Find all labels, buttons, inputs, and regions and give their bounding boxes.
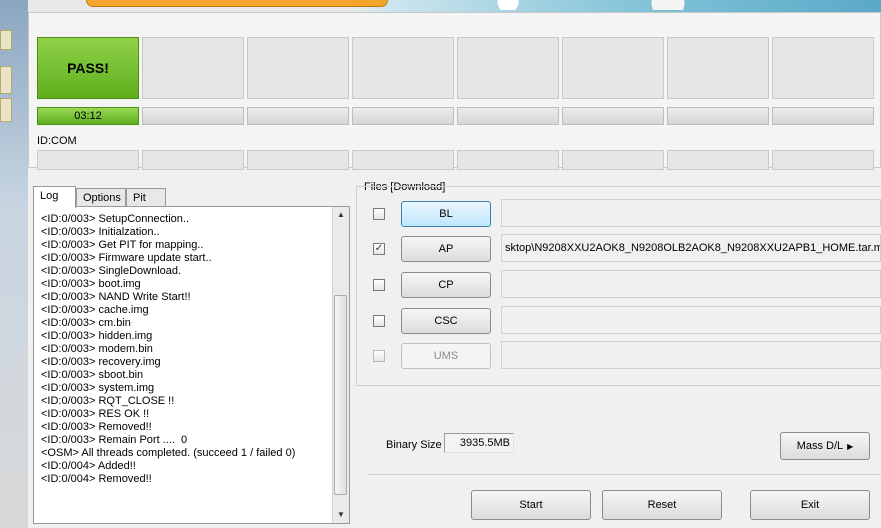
- port-progress-bar: [142, 107, 244, 125]
- log-output[interactable]: <ID:0/003> SetupConnection.. <ID:0/003> I…: [41, 213, 323, 518]
- port-progress-bar: [772, 107, 874, 125]
- log-line: <ID:0/003> Remain Port .... 0: [41, 434, 188, 446]
- tab-pit[interactable]: Pit: [126, 188, 166, 208]
- cp-checkbox[interactable]: [373, 279, 385, 291]
- com-port-box: [562, 150, 664, 170]
- com-port-box: [772, 150, 874, 170]
- log-line: <ID:0/003> Firmware update start..: [41, 252, 212, 264]
- port-status-slot: [562, 37, 664, 99]
- desktop-icon-fragment: [0, 98, 12, 122]
- ap-checkbox[interactable]: ✓: [373, 243, 385, 255]
- cp-button[interactable]: CP: [401, 272, 491, 298]
- port-status-panel: PASS! 03:12 ID:COM: [28, 12, 881, 170]
- mass-dl-label: Mass D/L: [796, 440, 844, 452]
- com-port-box: [247, 150, 349, 170]
- banner-logo-strip: [86, 0, 388, 7]
- csc-path-field[interactable]: [501, 306, 881, 334]
- exit-button[interactable]: Exit: [750, 490, 870, 520]
- ums-path-field: [501, 341, 881, 369]
- desktop-icon-fragment: [0, 30, 12, 50]
- log-line: <ID:0/003> hidden.img: [41, 330, 153, 342]
- port-progress-bar: [667, 107, 769, 125]
- port-status-slot: [667, 37, 769, 99]
- log-line: <ID:0/003> modem.bin: [41, 343, 153, 355]
- bl-button[interactable]: BL: [401, 201, 491, 227]
- ap-path-field[interactable]: sktop\N9208XXU2AOK8_N9208OLB2AOK8_N9208X…: [501, 234, 881, 262]
- com-port-box: [142, 150, 244, 170]
- port-status-pass: PASS!: [37, 37, 139, 99]
- com-port-box: [457, 150, 559, 170]
- log-line: <ID:0/003> SingleDownload.: [41, 265, 182, 277]
- banner-graphic: [428, 0, 828, 10]
- port-progress-bar: [562, 107, 664, 125]
- log-line: <ID:0/003> sboot.bin: [41, 369, 144, 381]
- log-line: <OSM> All threads completed. (succeed 1 …: [41, 447, 296, 459]
- log-line: <ID:0/003> Get PIT for mapping..: [41, 239, 204, 251]
- com-port-box: [667, 150, 769, 170]
- log-line: <ID:0/003> NAND Write Start!!: [41, 291, 191, 303]
- log-line: <ID:0/003> RES OK !!: [41, 408, 150, 420]
- divider: [368, 474, 881, 475]
- log-line: <ID:0/003> cm.bin: [41, 317, 131, 329]
- port-progress-bar: [247, 107, 349, 125]
- log-scrollbar[interactable]: ▲ ▼: [332, 207, 349, 523]
- port-status-slot: [457, 37, 559, 99]
- binary-size-label: Binary Size: [386, 439, 442, 451]
- mass-dl-button[interactable]: Mass D/L ▶: [780, 432, 870, 460]
- binary-size-value: 3935.5MB: [444, 433, 514, 453]
- log-line: <ID:0/003> cache.img: [41, 304, 149, 316]
- log-line: <ID:0/003> system.img: [41, 382, 155, 394]
- arrow-right-icon: ▶: [847, 441, 854, 451]
- com-port-box: [37, 150, 139, 170]
- ums-button: UMS: [401, 343, 491, 369]
- log-line: <ID:0/003> boot.img: [41, 278, 141, 290]
- scroll-thumb[interactable]: [334, 295, 347, 495]
- log-line: <ID:0/003> Removed!!: [41, 421, 152, 433]
- bl-checkbox[interactable]: [373, 208, 385, 220]
- log-panel[interactable]: <ID:0/003> SetupConnection.. <ID:0/003> I…: [33, 206, 350, 524]
- log-line: <ID:0/003> Initialzation..: [41, 226, 160, 238]
- scroll-up-arrow-icon[interactable]: ▲: [333, 207, 349, 223]
- ap-button[interactable]: AP: [401, 236, 491, 262]
- port-progress-bar: [352, 107, 454, 125]
- id-com-label: ID:COM: [37, 135, 77, 147]
- ums-checkbox: [373, 350, 385, 362]
- csc-button[interactable]: CSC: [401, 308, 491, 334]
- csc-checkbox[interactable]: [373, 315, 385, 327]
- bl-path-field[interactable]: [501, 199, 881, 227]
- port-status-slot: [352, 37, 454, 99]
- desktop-background: [0, 0, 28, 528]
- odin-window: PASS! 03:12 ID:COM Log Options Pit <ID:0…: [28, 0, 881, 528]
- port-status-slot: [142, 37, 244, 99]
- com-port-box: [352, 150, 454, 170]
- log-line: <ID:0/003> SetupConnection..: [41, 213, 189, 225]
- desktop-icon-fragment: [0, 66, 12, 94]
- cp-path-field[interactable]: [501, 270, 881, 298]
- tab-log[interactable]: Log: [33, 186, 76, 208]
- header-banner: [28, 0, 881, 12]
- port-progress-bar: 03:12: [37, 107, 139, 125]
- port-progress-bar: [457, 107, 559, 125]
- reset-button[interactable]: Reset: [602, 490, 722, 520]
- port-status-slot: [247, 37, 349, 99]
- start-button[interactable]: Start: [471, 490, 591, 520]
- scroll-down-arrow-icon[interactable]: ▼: [333, 507, 349, 523]
- log-line: <ID:0/004> Added!!: [41, 460, 136, 472]
- log-line: <ID:0/003> recovery.img: [41, 356, 161, 368]
- tab-options[interactable]: Options: [76, 188, 126, 208]
- log-line: <ID:0/004> Removed!!: [41, 473, 152, 485]
- log-line: <ID:0/003> RQT_CLOSE !!: [41, 395, 175, 407]
- port-status-slot: [772, 37, 874, 99]
